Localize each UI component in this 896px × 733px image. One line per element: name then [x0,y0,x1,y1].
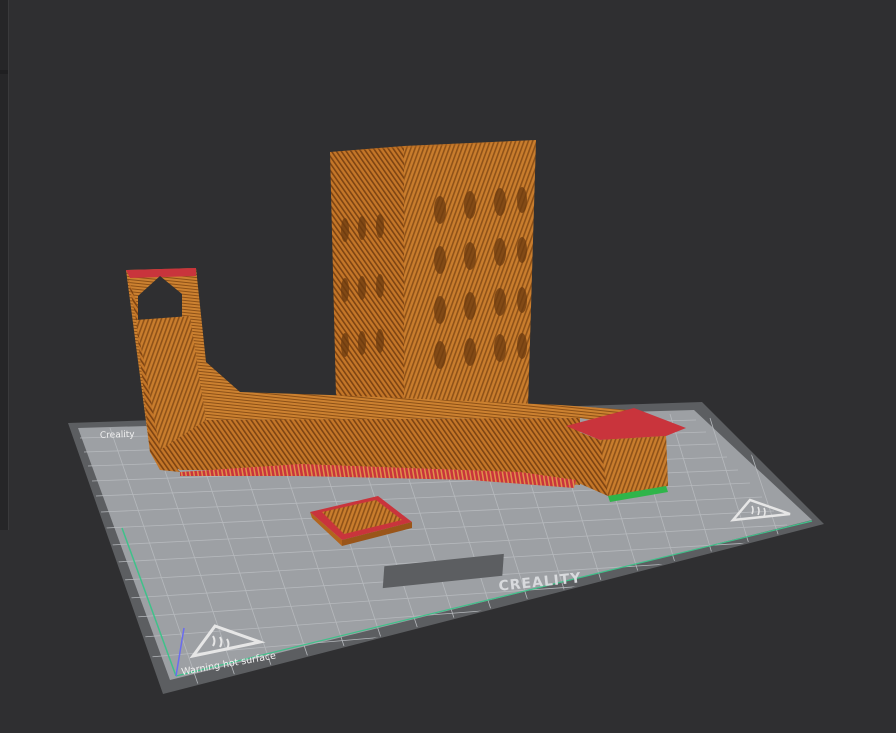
3d-viewport[interactable]: CREALITY Warning hot surface Creality [0,0,896,733]
model-tower[interactable] [330,140,536,408]
corner-text: Creality [100,430,136,441]
scene-canvas[interactable]: CREALITY Warning hot surface Creality [0,0,896,733]
